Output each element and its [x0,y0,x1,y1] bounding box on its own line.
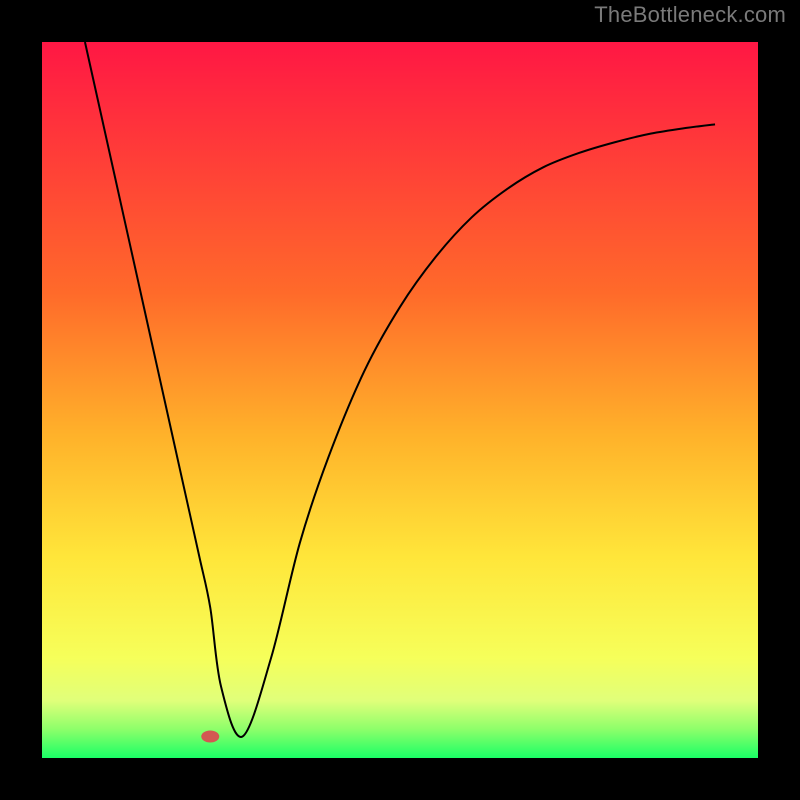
watermark-text: TheBottleneck.com [594,2,786,28]
bottleneck-marker [201,731,219,743]
chart-svg [0,0,800,800]
bottleneck-chart: TheBottleneck.com [0,0,800,800]
plot-area [42,42,758,758]
